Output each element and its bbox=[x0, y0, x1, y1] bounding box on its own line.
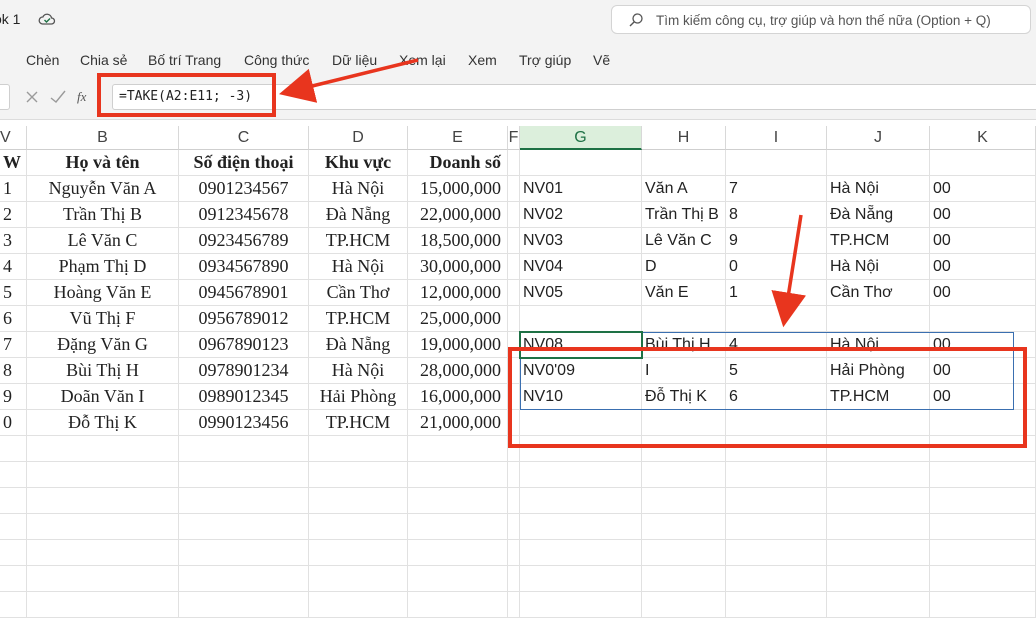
arrow-to-result bbox=[771, 214, 807, 328]
arrow-to-formula bbox=[279, 58, 419, 103]
annotation-arrows bbox=[279, 58, 807, 328]
